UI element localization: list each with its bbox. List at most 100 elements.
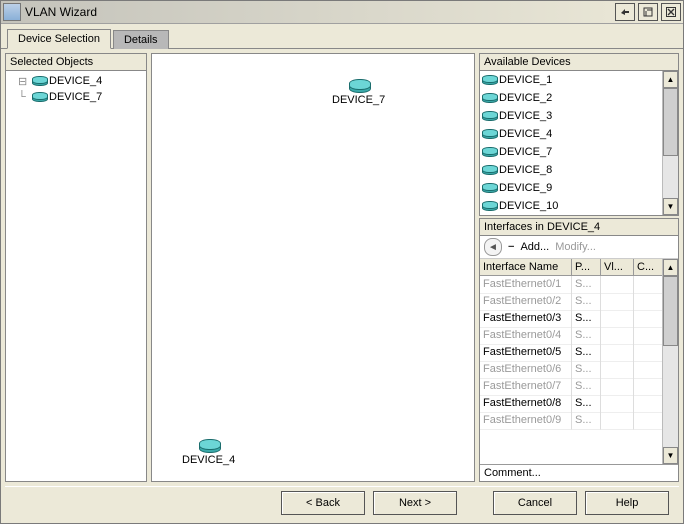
list-item[interactable]: DEVICE_7 — [480, 143, 662, 161]
cell-vl — [601, 310, 634, 328]
cell-p: S... — [572, 378, 601, 396]
selected-objects-tree[interactable]: ⊟ DEVICE_4 └ DEVICE_7 — [6, 71, 146, 481]
list-item-label: DEVICE_8 — [499, 164, 552, 176]
tab-device-selection[interactable]: Device Selection — [7, 29, 111, 49]
available-devices-list[interactable]: DEVICE_1 DEVICE_2 DEVICE_3 DEVICE_4 DEVI… — [480, 71, 662, 215]
tree-connector-icon: ⊟ — [18, 75, 32, 88]
scroll-down-icon[interactable]: ▼ — [663, 198, 678, 215]
table-row[interactable]: FastEthernet0/2S... — [480, 293, 662, 310]
column-vl[interactable]: Vl... — [601, 259, 634, 275]
column-interface-name[interactable]: Interface Name — [480, 259, 572, 275]
cell-interface-name: FastEthernet0/5 — [480, 344, 572, 362]
tree-connector-icon: └ — [18, 91, 32, 103]
device-icon — [482, 93, 496, 103]
canvas-node-label: DEVICE_7 — [332, 94, 385, 106]
cell-c — [634, 327, 662, 345]
device-icon — [482, 75, 496, 85]
next-button[interactable]: Next > — [373, 491, 457, 515]
modify-interface-link[interactable]: Modify... — [555, 241, 596, 253]
canvas-device-node[interactable]: DEVICE_4 — [182, 439, 235, 466]
cell-c — [634, 276, 662, 294]
comment-field[interactable]: Comment... — [480, 464, 678, 481]
tree-item[interactable]: ⊟ DEVICE_4 — [8, 73, 144, 89]
cell-c — [634, 412, 662, 430]
list-item[interactable]: DEVICE_2 — [480, 89, 662, 107]
cell-vl — [601, 344, 634, 362]
minimize-dock-button[interactable] — [615, 3, 635, 21]
cell-p: S... — [572, 327, 601, 345]
canvas-device-node[interactable]: DEVICE_7 — [332, 79, 385, 106]
device-icon — [482, 129, 496, 139]
window-title: VLAN Wizard — [25, 5, 615, 19]
tree-item-label: DEVICE_4 — [49, 75, 102, 87]
device-icon — [32, 76, 46, 86]
scrollbar[interactable]: ▲ ▼ — [662, 71, 678, 215]
tree-item[interactable]: └ DEVICE_7 — [8, 89, 144, 105]
tabs: Device Selection Details — [1, 24, 683, 49]
list-item-label: DEVICE_7 — [499, 146, 552, 158]
cell-c — [634, 293, 662, 311]
cell-vl — [601, 327, 634, 345]
cancel-button[interactable]: Cancel — [493, 491, 577, 515]
table-row[interactable]: FastEthernet0/1S... — [480, 276, 662, 293]
scroll-thumb[interactable] — [663, 276, 678, 346]
list-item-label: DEVICE_3 — [499, 110, 552, 122]
list-item[interactable]: DEVICE_4 — [480, 125, 662, 143]
topology-canvas[interactable]: DEVICE_7 DEVICE_4 — [152, 54, 474, 481]
list-item-label: DEVICE_10 — [499, 200, 558, 212]
table-row[interactable]: FastEthernet0/6S... — [480, 361, 662, 378]
app-icon — [3, 3, 21, 21]
column-p[interactable]: P... — [572, 259, 601, 275]
cell-c — [634, 344, 662, 362]
scrollbar[interactable]: ▲ ▼ — [662, 259, 678, 464]
available-devices-panel: Available Devices DEVICE_1 DEVICE_2 DEVI… — [479, 53, 679, 216]
cell-c — [634, 361, 662, 379]
tab-details[interactable]: Details — [113, 30, 169, 49]
scroll-thumb[interactable] — [663, 88, 678, 156]
cell-p: S... — [572, 293, 601, 311]
interfaces-header: Interfaces in DEVICE_4 — [480, 219, 678, 236]
wizard-buttons: < Back Next > Cancel Help — [5, 486, 679, 519]
scroll-up-icon[interactable]: ▲ — [663, 71, 678, 88]
interfaces-table[interactable]: Interface Name P... Vl... C... FastEther… — [480, 259, 662, 464]
cell-interface-name: FastEthernet0/3 — [480, 310, 572, 328]
device-icon — [482, 147, 496, 157]
list-item[interactable]: DEVICE_10 — [480, 197, 662, 215]
cell-vl — [601, 378, 634, 396]
back-circle-icon[interactable]: ◄ — [484, 238, 502, 256]
interfaces-panel: Interfaces in DEVICE_4 ◄ − Add... Modify… — [479, 218, 679, 482]
available-devices-header: Available Devices — [480, 54, 678, 71]
back-button[interactable]: < Back — [281, 491, 365, 515]
table-row[interactable]: FastEthernet0/8S... — [480, 395, 662, 412]
table-row[interactable]: FastEthernet0/7S... — [480, 378, 662, 395]
cell-p: S... — [572, 412, 601, 430]
list-item[interactable]: DEVICE_9 — [480, 179, 662, 197]
device-icon — [482, 183, 496, 193]
table-row[interactable]: FastEthernet0/9S... — [480, 412, 662, 429]
column-c[interactable]: C... — [634, 259, 662, 275]
add-interface-link[interactable]: Add... — [520, 241, 549, 253]
list-item-label: DEVICE_1 — [499, 74, 552, 86]
cell-p: S... — [572, 395, 601, 413]
device-icon — [349, 79, 369, 93]
list-item[interactable]: DEVICE_8 — [480, 161, 662, 179]
list-item[interactable]: DEVICE_3 — [480, 107, 662, 125]
scroll-down-icon[interactable]: ▼ — [663, 447, 678, 464]
interfaces-table-header: Interface Name P... Vl... C... — [480, 259, 662, 276]
device-icon — [482, 165, 496, 175]
table-row[interactable]: FastEthernet0/4S... — [480, 327, 662, 344]
cell-p: S... — [572, 361, 601, 379]
remove-icon[interactable]: − — [508, 241, 514, 253]
list-item-label: DEVICE_4 — [499, 128, 552, 140]
close-button[interactable] — [661, 3, 681, 21]
table-row[interactable]: FastEthernet0/5S... — [480, 344, 662, 361]
device-icon — [199, 439, 219, 453]
maximize-button[interactable] — [638, 3, 658, 21]
scroll-up-icon[interactable]: ▲ — [663, 259, 678, 276]
list-item[interactable]: DEVICE_1 — [480, 71, 662, 89]
table-row[interactable]: FastEthernet0/3S... — [480, 310, 662, 327]
scroll-track[interactable] — [663, 276, 678, 447]
help-button[interactable]: Help — [585, 491, 669, 515]
scroll-track[interactable] — [663, 88, 678, 198]
cell-c — [634, 378, 662, 396]
